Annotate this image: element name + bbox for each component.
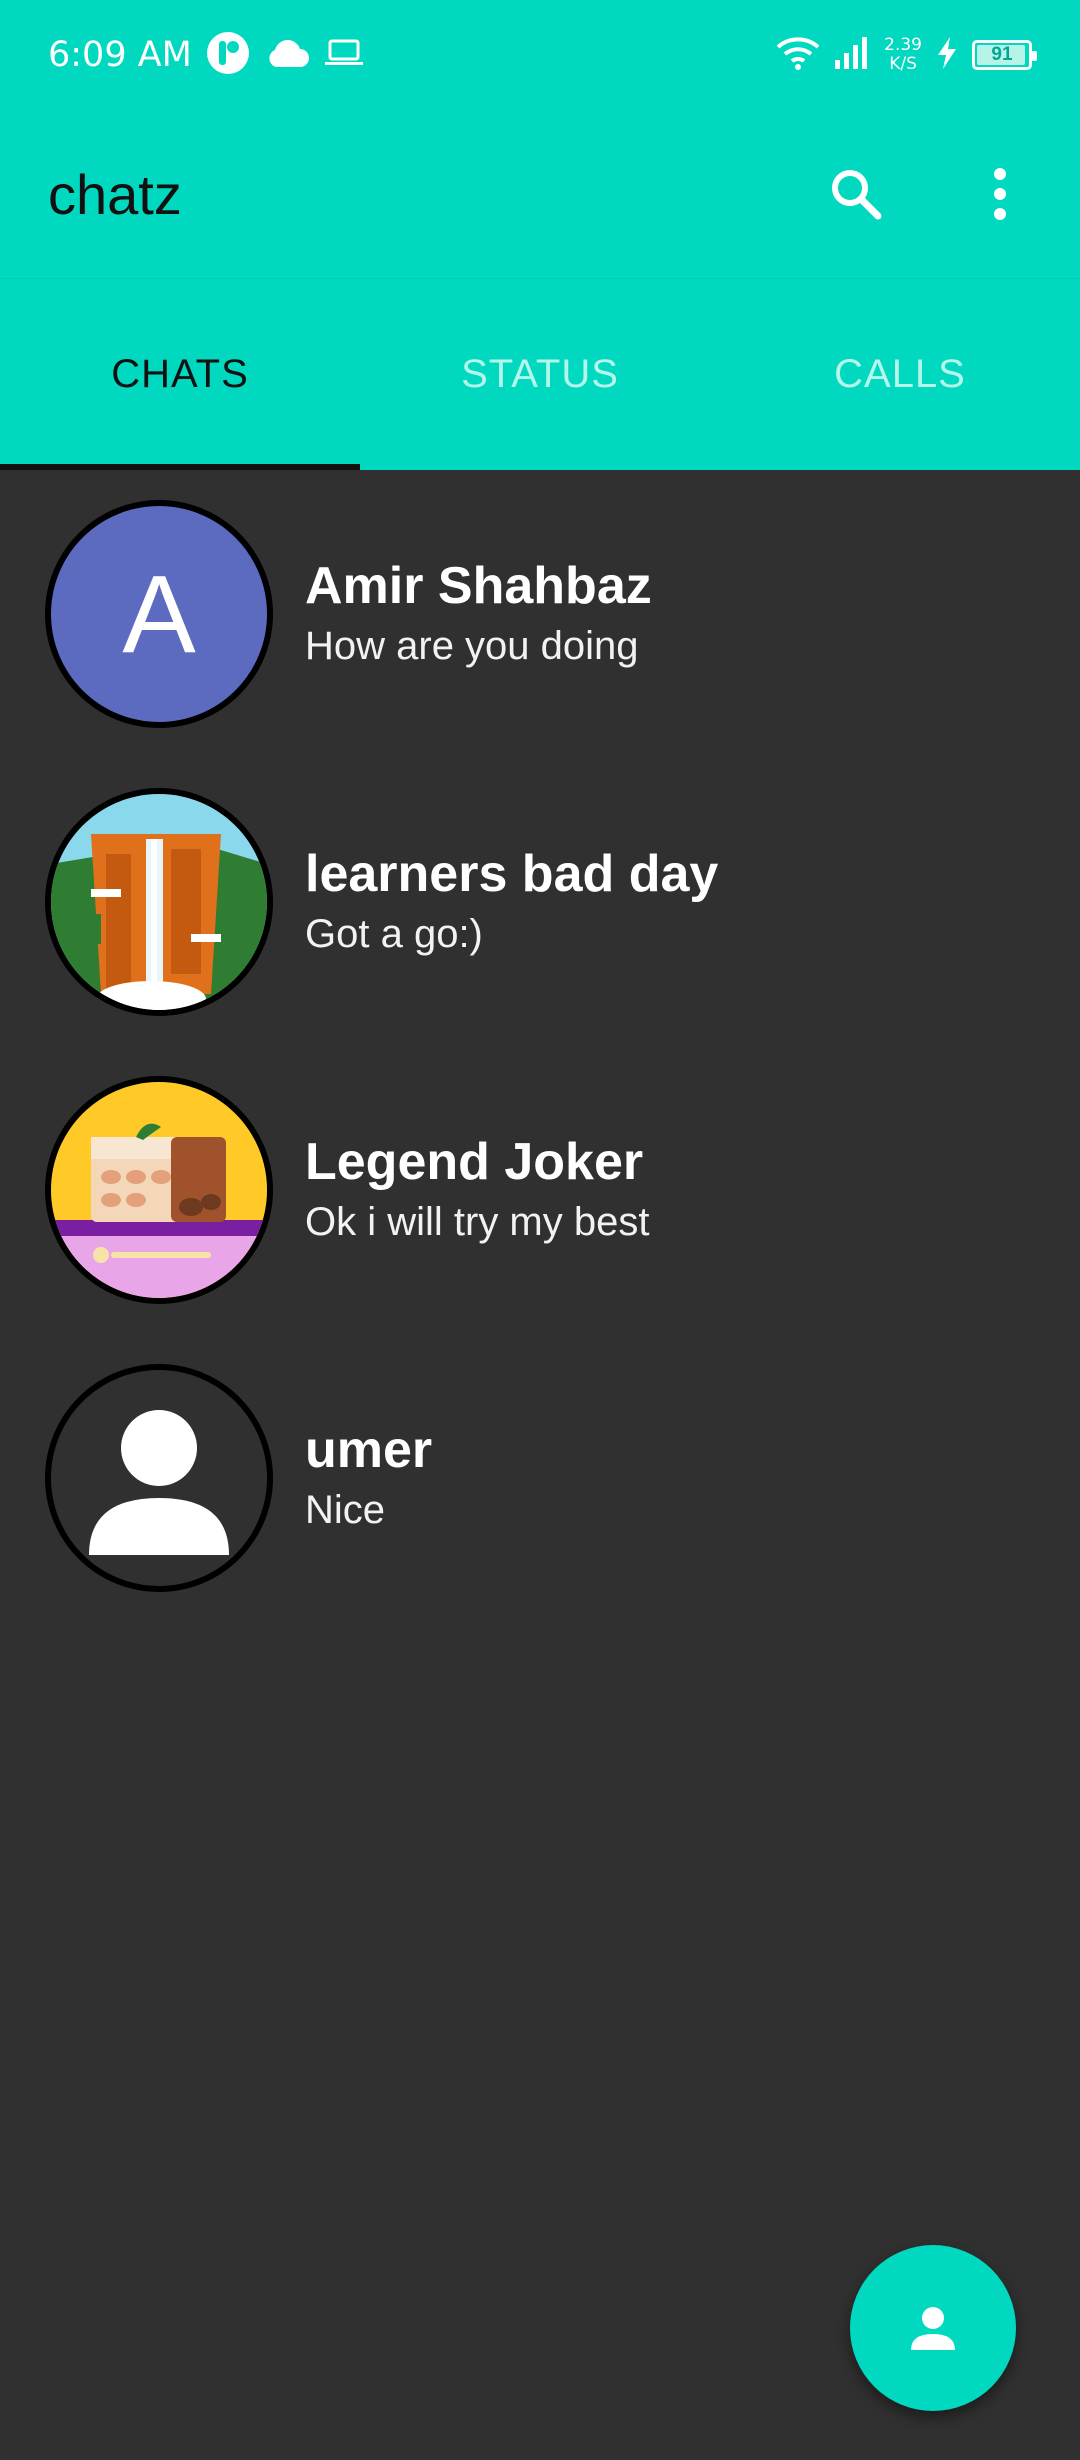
avatar[interactable]: A bbox=[45, 500, 273, 728]
new-chat-button[interactable] bbox=[850, 2245, 1016, 2411]
tab-calls[interactable]: CALLS bbox=[720, 279, 1080, 470]
app-notification-icon bbox=[206, 31, 250, 80]
chat-name: Legend Joker bbox=[305, 1133, 644, 1191]
chat-name: umer bbox=[305, 1421, 433, 1479]
battery-icon: 91 bbox=[972, 40, 1037, 70]
net-speed: 2.39 K/S bbox=[884, 36, 922, 74]
more-vert-icon[interactable] bbox=[968, 162, 1032, 226]
app-bar: chatz bbox=[0, 110, 1080, 278]
app-title: chatz bbox=[48, 162, 182, 226]
status-time: 6:09 AM bbox=[48, 35, 192, 75]
chat-last-message: How are you doing bbox=[305, 624, 639, 668]
chat-name: Amir Shahbaz bbox=[305, 557, 652, 615]
avatar[interactable] bbox=[45, 788, 273, 1016]
search-icon[interactable] bbox=[824, 162, 888, 226]
avatar-letter: A bbox=[122, 552, 196, 676]
status-bar: 6:09 AM 2.39 K/S 91 bbox=[0, 0, 1080, 110]
battery-level: 91 bbox=[991, 44, 1013, 65]
tab-status[interactable]: STATUS bbox=[360, 279, 720, 470]
signal-icon bbox=[834, 36, 870, 75]
food-illustration bbox=[51, 1082, 267, 1298]
chat-list: A Amir Shahbaz How are you doing learner… bbox=[0, 470, 1080, 1622]
net-speed-value: 2.39 bbox=[884, 35, 922, 55]
chat-item-learners-bad-day[interactable]: learners bad day Got a go:) bbox=[0, 758, 1080, 1046]
chat-last-message: Ok i will try my best bbox=[305, 1200, 650, 1244]
chat-name: learners bad day bbox=[305, 845, 719, 903]
person-icon bbox=[89, 1410, 229, 1555]
contacts-icon bbox=[911, 2307, 955, 2350]
chat-item-legend-joker[interactable]: Legend Joker Ok i will try my best bbox=[0, 1046, 1080, 1334]
chat-last-message: Nice bbox=[305, 1488, 386, 1532]
wifi-icon bbox=[776, 35, 820, 76]
chat-item-amir-shahbaz[interactable]: A Amir Shahbaz How are you doing bbox=[0, 470, 1080, 758]
charging-icon bbox=[936, 36, 958, 75]
tab-chats[interactable]: CHATS bbox=[0, 279, 360, 470]
avatar[interactable] bbox=[45, 1364, 273, 1592]
tab-bar: CHATS STATUS CALLS bbox=[0, 278, 1080, 470]
laptop-icon bbox=[324, 38, 364, 73]
waterfall-illustration bbox=[51, 794, 267, 1010]
cloud-icon bbox=[264, 37, 310, 74]
net-speed-unit: K/S bbox=[889, 54, 917, 74]
chat-last-message: Got a go:) bbox=[305, 912, 483, 956]
chat-item-umer[interactable]: umer Nice bbox=[0, 1334, 1080, 1622]
avatar[interactable] bbox=[45, 1076, 273, 1304]
